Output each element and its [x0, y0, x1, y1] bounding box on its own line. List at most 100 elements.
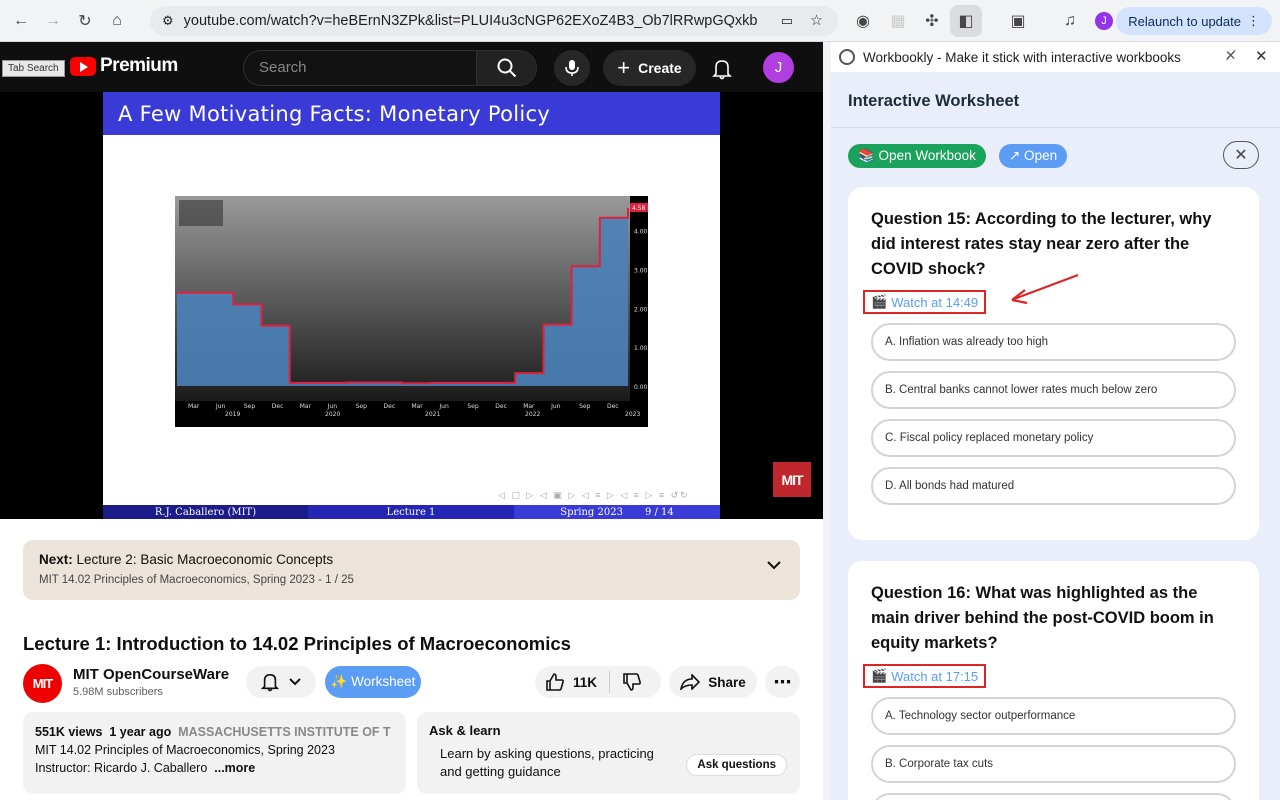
- youtube-logo[interactable]: Premium: [70, 55, 178, 77]
- answer-option[interactable]: B. Central banks cannot lower rates much…: [871, 371, 1236, 409]
- worksheet-title: Interactive Worksheet: [848, 92, 1020, 110]
- more-link[interactable]: ...more: [214, 761, 255, 775]
- like-count: 11K: [573, 674, 598, 690]
- search-icon: [497, 58, 516, 78]
- like-button[interactable]: 11K: [545, 672, 597, 692]
- x-month-label: Mar: [523, 403, 535, 410]
- description-meta: 551K views 1 year ago MASSACHUSETTS INST…: [35, 723, 394, 741]
- plus-icon: +: [617, 55, 631, 80]
- watch-timestamp-link[interactable]: 🎬 Watch at 17:15: [863, 664, 987, 688]
- answer-option[interactable]: B. Corporate tax cuts: [871, 745, 1236, 783]
- thumbs-down-icon[interactable]: [622, 672, 642, 692]
- more-actions-button[interactable]: ⋯: [765, 666, 800, 698]
- thumbs-up-icon: [546, 673, 564, 691]
- voice-search-button[interactable]: [554, 50, 590, 86]
- slide-footer: R.J. Caballero (MIT) Lecture 1 Spring 20…: [103, 505, 720, 519]
- install-icon[interactable]: ▭: [781, 13, 793, 29]
- x-month-label: Jun: [327, 403, 338, 410]
- answer-option[interactable]: D. All bonds had matured: [871, 467, 1236, 505]
- channel-avatar[interactable]: MIT: [23, 664, 62, 703]
- channel-name[interactable]: MIT OpenCourseWare: [73, 666, 229, 683]
- profile-avatar[interactable]: J: [1095, 12, 1113, 30]
- answer-option[interactable]: A. Technology sector outperformance: [871, 697, 1236, 735]
- mit-watermark: MIT: [773, 462, 811, 497]
- subscribed-notifications-button[interactable]: [246, 666, 316, 698]
- next-title: Lecture 2: Basic Macroeconomic Concepts: [76, 552, 334, 567]
- search-input[interactable]: Search: [244, 51, 476, 85]
- watch-timestamp-link[interactable]: 🎬 Watch at 14:49: [863, 290, 987, 314]
- extension-icon[interactable]: ◉: [847, 5, 879, 37]
- video-title: Lecture 1: Introduction to 14.02 Princip…: [23, 633, 571, 654]
- cast-icon[interactable]: ▣: [1002, 5, 1034, 37]
- share-button[interactable]: Share: [669, 666, 757, 698]
- x-month-label: Dec: [384, 403, 396, 410]
- site-info-icon[interactable]: ⚙: [162, 13, 174, 29]
- open-workbook-button[interactable]: 📚 Open Workbook: [848, 144, 986, 168]
- clapperboard-icon: 🎬: [871, 668, 888, 683]
- close-worksheet-button[interactable]: ✕: [1223, 141, 1259, 169]
- watch-label: Watch at 17:15: [891, 668, 979, 684]
- tab-search-tooltip: Tab Search: [2, 60, 65, 77]
- close-icon: ✕: [1234, 147, 1248, 164]
- x-month-label: Dec: [495, 403, 507, 410]
- more-vert-icon: ⋮: [1247, 13, 1260, 28]
- notifications-button[interactable]: [706, 53, 738, 85]
- answer-option[interactable]: A. Inflation was already too high: [871, 323, 1236, 361]
- unpin-icon[interactable]: ✕̸: [1225, 48, 1236, 64]
- reload-icon[interactable]: ↻: [69, 5, 101, 37]
- side-panel-header: Workbookly - Make it stick with interact…: [831, 42, 1280, 72]
- footer-author: R.J. Caballero (MIT): [103, 505, 308, 519]
- ask-questions-button[interactable]: Ask questions: [686, 754, 787, 776]
- video-player[interactable]: A Few Motivating Facts: Monetary Policy …: [0, 92, 823, 519]
- worksheet-button[interactable]: ✨ Worksheet: [325, 666, 421, 698]
- x-year-label: 2022: [525, 411, 540, 418]
- x-month-label: Sep: [356, 403, 368, 410]
- footer-term: Spring 2023: [560, 506, 623, 518]
- answer-option[interactable]: [871, 793, 1236, 800]
- answer-option[interactable]: C. Fiscal policy replaced monetary polic…: [871, 419, 1236, 457]
- ask-and-learn-box: Ask & learn Learn by asking questions, p…: [417, 712, 800, 794]
- x-month-label: Jun: [215, 403, 226, 410]
- forward-icon[interactable]: →: [37, 5, 69, 37]
- description-box[interactable]: 551K views 1 year ago MASSACHUSETTS INST…: [23, 712, 406, 794]
- description-line-2: MIT 14.02 Principles of Macroeconomics, …: [35, 743, 335, 757]
- back-icon[interactable]: ←: [5, 5, 37, 37]
- like-divider: [609, 671, 611, 693]
- address-bar[interactable]: ⚙ youtube.com/watch?v=heBErnN3ZPk&list=P…: [150, 6, 838, 36]
- home-icon[interactable]: ⌂: [101, 5, 133, 37]
- account-avatar[interactable]: J: [763, 52, 794, 83]
- question-card: Question 16: What was highlighted as the…: [848, 561, 1259, 800]
- up-next-panel[interactable]: Next: Lecture 2: Basic Macroeconomic Con…: [23, 540, 800, 600]
- chevron-down-icon[interactable]: [766, 560, 782, 570]
- youtube-page: Tab Search Premium Search + Create J A F…: [0, 42, 823, 800]
- share-label: Share: [708, 674, 746, 690]
- close-panel-icon[interactable]: ✕: [1255, 47, 1268, 65]
- rate-chart: 0.00 1.00 2.00 3.00 4.00 4.58 Mar Jun Sep Dec Mar J…: [175, 196, 648, 427]
- y-tick-label: 0.00: [634, 384, 648, 391]
- clapperboard-icon: 🎬: [871, 294, 888, 309]
- header-divider: [831, 127, 1280, 128]
- search-box[interactable]: Search: [243, 50, 537, 86]
- ask-text: Learn by asking questions, practicing an…: [440, 746, 654, 779]
- slide-title: A Few Motivating Facts: Monetary Policy: [103, 92, 720, 135]
- create-button[interactable]: + Create: [603, 50, 696, 86]
- extension-icon-2[interactable]: ▦: [882, 5, 914, 37]
- x-month-label: Mar: [411, 403, 423, 410]
- open-button[interactable]: ↗ Open: [999, 144, 1068, 168]
- institution-tag: MASSACHUSETTS INSTITUTE OF T: [178, 725, 391, 739]
- panel-divider[interactable]: [823, 42, 831, 800]
- annotation-arrow: [1011, 273, 1079, 305]
- side-panel-title: Workbookly - Make it stick with interact…: [863, 49, 1181, 65]
- extensions-puzzle-icon[interactable]: ✣: [916, 5, 948, 37]
- bookmark-star-icon[interactable]: ☆: [810, 13, 823, 29]
- x-month-label: Sep: [579, 403, 591, 410]
- y-tick-label: 3.00: [634, 267, 648, 274]
- chart-legend: [179, 200, 223, 226]
- media-controls-icon[interactable]: ♫: [1054, 5, 1086, 37]
- x-year-label: 2019: [225, 411, 240, 418]
- search-button[interactable]: [476, 51, 536, 85]
- next-prefix: Next:: [39, 552, 73, 567]
- relaunch-button[interactable]: Relaunch to update ⋮: [1116, 7, 1272, 35]
- side-panel-icon[interactable]: ◧: [950, 4, 982, 37]
- question-text: Question 16: What was highlighted as the…: [871, 584, 1214, 652]
